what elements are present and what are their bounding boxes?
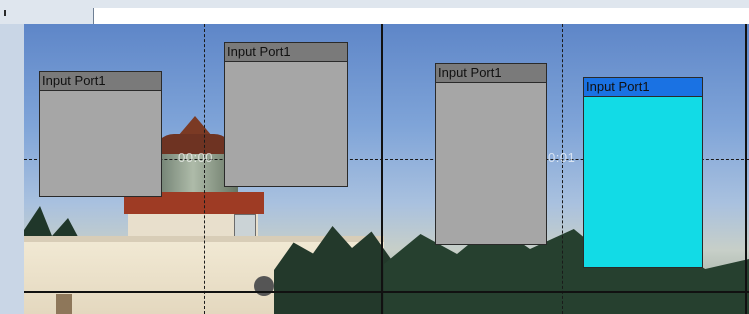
input-port-window-selected[interactable]: Input Port1 — [583, 77, 703, 268]
input-port-window[interactable]: Input Port1 — [435, 63, 547, 245]
input-port-title[interactable]: Input Port1 — [40, 72, 161, 91]
lighthouse-window — [234, 214, 256, 238]
grid-divider-right — [745, 24, 747, 314]
top-toolbar — [0, 0, 749, 25]
input-port-window[interactable]: Input Port1 — [224, 42, 348, 187]
grid-line-dashed — [204, 24, 205, 314]
building-window — [56, 294, 72, 314]
grid-divider-vertical — [381, 24, 383, 314]
timecode-label: 00:00 — [178, 150, 214, 165]
grid-divider-horizontal — [24, 291, 749, 293]
input-port-window[interactable]: Input Port1 — [39, 71, 162, 197]
lighthouse-cap — [178, 116, 212, 136]
timecode-label: 0:01 — [548, 150, 576, 165]
header-strip — [93, 8, 749, 25]
ruler-marker — [4, 10, 6, 16]
input-port-title[interactable]: Input Port1 — [436, 64, 546, 83]
input-port-title[interactable]: Input Port1 — [584, 78, 702, 97]
layout-canvas[interactable]: 00:00 0:01 Input Port1 Input Port1 Input… — [24, 24, 749, 314]
grid-line-dashed — [562, 24, 563, 314]
input-port-title[interactable]: Input Port1 — [225, 43, 347, 62]
building-vent — [254, 276, 274, 296]
